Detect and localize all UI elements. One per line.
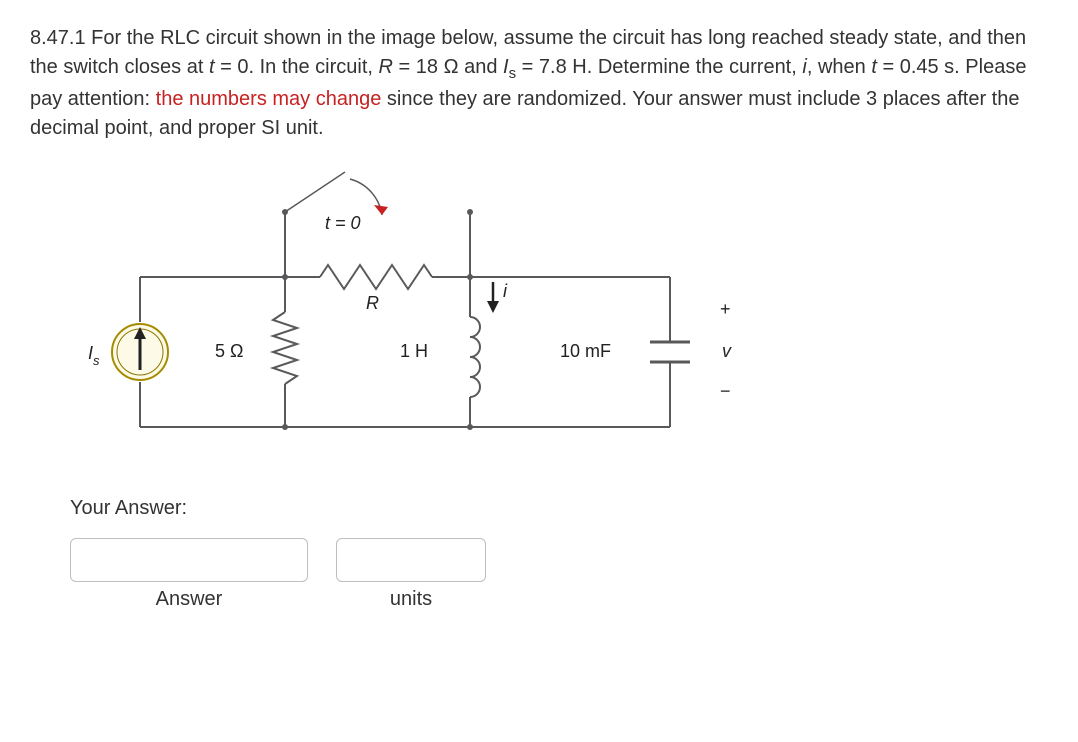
problem-number: 8.47.1 <box>30 27 86 49</box>
units-input[interactable] <box>336 538 486 582</box>
is-label-sub: s <box>93 353 100 368</box>
warning-text: the numbers may change <box>156 88 382 110</box>
ohm-and: Ω and <box>444 56 498 78</box>
r5-label: 5 Ω <box>215 341 243 361</box>
is-symbol-sub: s <box>509 65 517 82</box>
c-label: 10 mF <box>560 341 611 361</box>
when-text: , when <box>807 56 866 78</box>
units-caption: units <box>390 588 432 611</box>
units-group: units <box>336 538 486 611</box>
l-label: 1 H <box>400 341 428 361</box>
r-symbol: R <box>379 56 393 78</box>
your-answer-label: Your Answer: <box>70 497 1048 520</box>
r-value: = 18 <box>399 56 438 78</box>
t-symbol: t <box>209 56 215 78</box>
svg-text:Is: Is <box>88 343 100 368</box>
answer-input[interactable] <box>70 538 308 582</box>
circuit-diagram: Is 5 Ω t = 0 R 1 H i 10 mF + v − <box>70 157 1048 487</box>
answer-row: Answer units <box>70 538 1048 611</box>
plus-label: + <box>720 299 731 319</box>
answer-caption: Answer <box>156 588 223 611</box>
is-value-text: = 7.8 H. Determine the current, <box>522 56 797 78</box>
minus-label: − <box>720 381 731 401</box>
r-on-diagram: R <box>366 293 379 313</box>
answer-value-group: Answer <box>70 538 308 611</box>
i-arrow-label: i <box>503 281 508 301</box>
switch-label: t = 0 <box>325 213 361 233</box>
eq-zero-text: = 0. In the circuit, <box>220 56 373 78</box>
t-symbol-2: t <box>871 56 877 78</box>
v-label: v <box>722 341 732 361</box>
problem-statement: 8.47.1 For the RLC circuit shown in the … <box>30 24 1048 143</box>
